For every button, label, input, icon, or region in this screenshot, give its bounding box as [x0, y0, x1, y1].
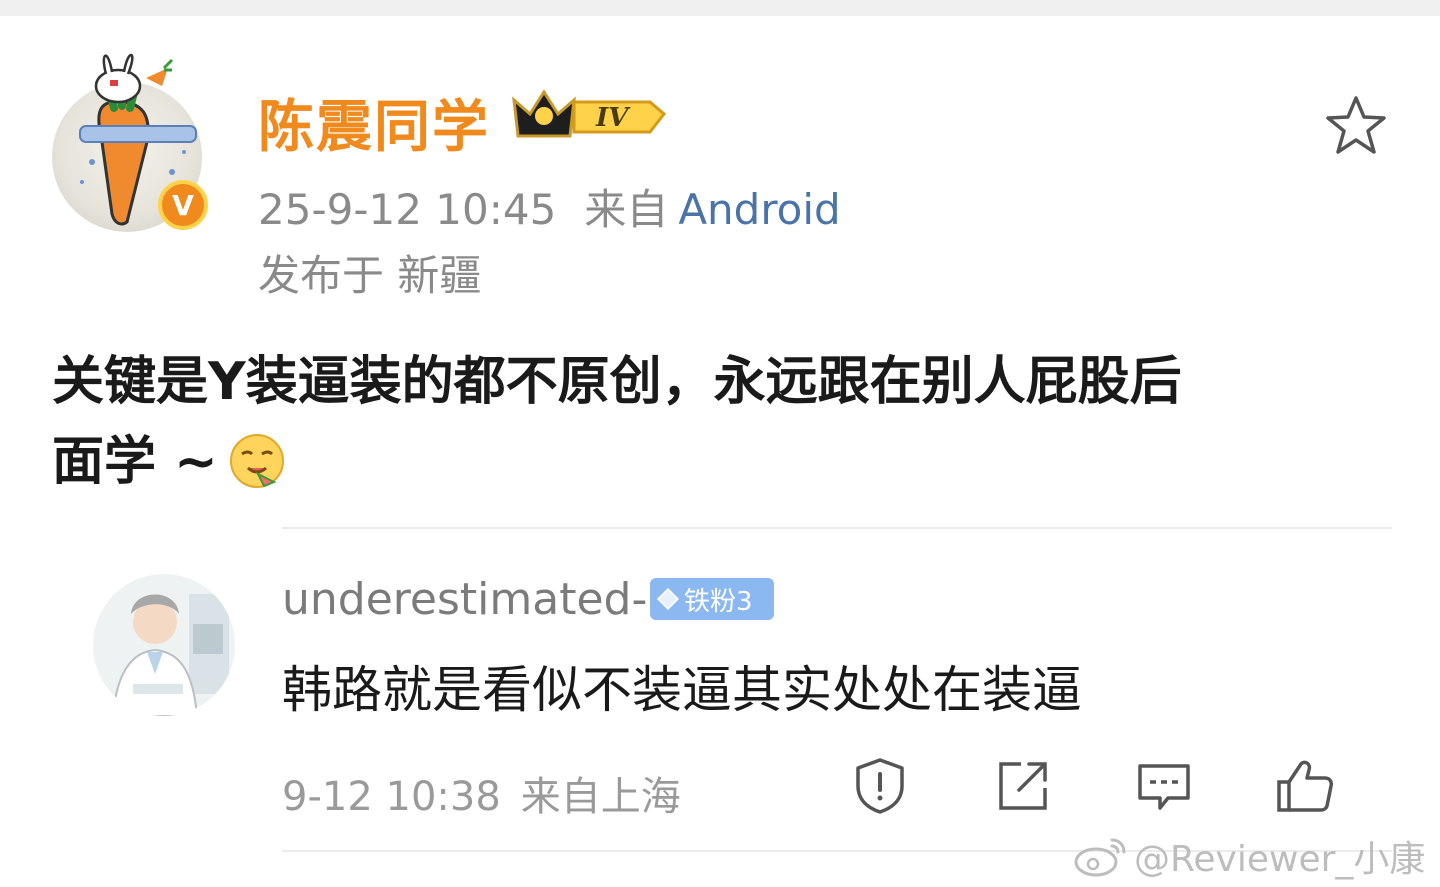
crown-level-badge[interactable]: IV — [510, 86, 670, 142]
post-location: 发布于 新疆 — [258, 251, 482, 300]
comment-meta: 9-12 10:38 来自上海 — [282, 764, 681, 822]
fan-badge-label: 铁粉3 — [684, 586, 753, 617]
watermark: @Reviewer_小康 — [1072, 830, 1425, 882]
comment-text: 韩路就是看似不装逼其实处处在装逼 — [282, 661, 1082, 719]
report-icon[interactable] — [850, 756, 910, 816]
post-text-line1: 关键是Y装逼装的都不原创，永远跟在别人屁股后 — [52, 352, 1182, 412]
fan-badge: 铁粉3 — [650, 578, 774, 620]
author-name[interactable]: 陈震同学 — [258, 82, 490, 163]
like-icon[interactable] — [1275, 756, 1335, 816]
reply-icon[interactable] — [1134, 756, 1194, 816]
level-text: IV — [595, 103, 631, 133]
share-icon[interactable] — [993, 756, 1053, 816]
commenter-name[interactable]: underestimated- — [282, 574, 647, 625]
from-label: 来自 — [584, 185, 669, 234]
star-icon[interactable] — [1322, 92, 1390, 160]
comment-timestamp: 9-12 10:38 — [282, 774, 501, 820]
watermark-text: @Reviewer_小康 — [1134, 839, 1426, 880]
comment-location: 来自上海 — [520, 774, 681, 820]
diamond-icon — [656, 587, 680, 611]
post-source-link[interactable]: Android — [678, 185, 840, 234]
post-meta: 25-9-12 10:45 来自 Android — [258, 176, 841, 237]
post-text-line2: 面学 ~ — [52, 432, 218, 492]
rabbit-sticker-icon — [94, 53, 174, 104]
commenter-avatar[interactable] — [93, 574, 235, 716]
top-bar — [0, 0, 1440, 16]
divider — [282, 527, 1392, 529]
post-content: 关键是Y装逼装的都不原创，永远跟在别人屁股后 面学 ~ — [52, 342, 1392, 502]
yum-emoji-icon — [229, 434, 284, 488]
post-timestamp: 25-9-12 10:45 — [258, 185, 557, 234]
weibo-logo-icon — [1074, 838, 1126, 877]
verified-badge: V — [158, 180, 208, 230]
